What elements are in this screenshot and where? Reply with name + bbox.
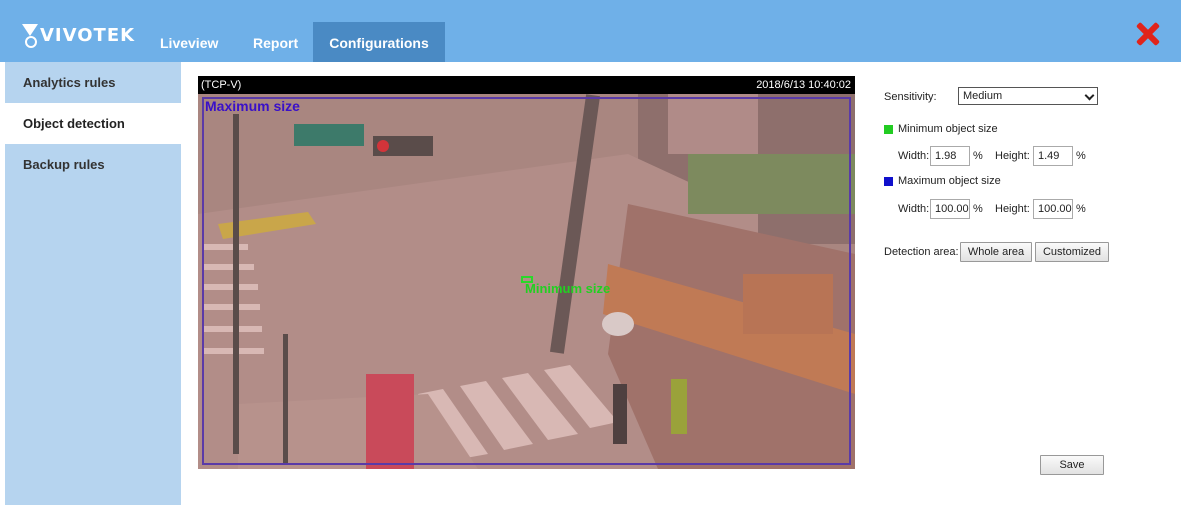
max-height-input[interactable]: 100.00 [1033, 199, 1073, 219]
video-timestamp: 2018/6/13 10:40:02 [756, 79, 851, 91]
brand-logo: VIVOTEK [22, 24, 136, 48]
customized-button[interactable]: Customized [1035, 242, 1109, 262]
max-height-label: Height: [995, 203, 1030, 215]
video-status-bar: (TCP-V) 2018/6/13 10:40:02 [198, 76, 855, 94]
max-width-unit: % [973, 203, 983, 215]
min-height-input[interactable]: 1.49 [1033, 146, 1073, 166]
min-width-label: Width: [898, 150, 930, 162]
sidebar-item-object-detection[interactable]: Object detection [5, 103, 181, 144]
maximum-size-label: Maximum size [205, 98, 300, 114]
max-height-unit: % [1076, 203, 1086, 215]
tab-report[interactable]: Report [253, 22, 298, 62]
sensitivity-label: Sensitivity: [884, 91, 937, 103]
min-width-unit: % [973, 150, 983, 162]
brand-name: VIVOTEK [40, 24, 136, 46]
max-width-label: Width: [898, 203, 930, 215]
sidebar-item-analytics-rules[interactable]: Analytics rules [5, 62, 181, 103]
chevron-down-icon [1084, 90, 1095, 101]
vivotek-logo-icon [22, 24, 38, 48]
sensitivity-value: Medium [963, 90, 1003, 102]
min-width-input[interactable]: 1.98 [930, 146, 970, 166]
camera-view[interactable]: (TCP-V) 2018/6/13 10:40:02 Maximum size … [198, 76, 855, 469]
detection-area-label: Detection area: [884, 246, 959, 258]
save-button[interactable]: Save [1040, 455, 1104, 475]
minimum-object-size-title: Minimum object size [898, 123, 998, 135]
maximum-color-swatch [884, 177, 893, 186]
sensitivity-select[interactable]: Medium [958, 87, 1098, 105]
max-width-input[interactable]: 100.00 [930, 199, 970, 219]
sidebar: Analytics rules Object detection Backup … [5, 62, 181, 505]
maximum-object-size-title: Maximum object size [898, 175, 1001, 187]
tab-configurations[interactable]: Configurations [313, 22, 445, 62]
stream-protocol: (TCP-V) [201, 79, 242, 91]
tab-liveview[interactable]: Liveview [160, 22, 218, 62]
min-height-label: Height: [995, 150, 1030, 162]
close-icon[interactable] [1134, 20, 1162, 48]
sidebar-item-backup-rules[interactable]: Backup rules [5, 144, 181, 185]
min-height-unit: % [1076, 150, 1086, 162]
whole-area-button[interactable]: Whole area [960, 242, 1032, 262]
minimum-size-label: Minimum size [525, 281, 611, 296]
minimum-color-swatch [884, 125, 893, 134]
top-bar: VIVOTEK Liveview Report Configurations [0, 0, 1181, 62]
